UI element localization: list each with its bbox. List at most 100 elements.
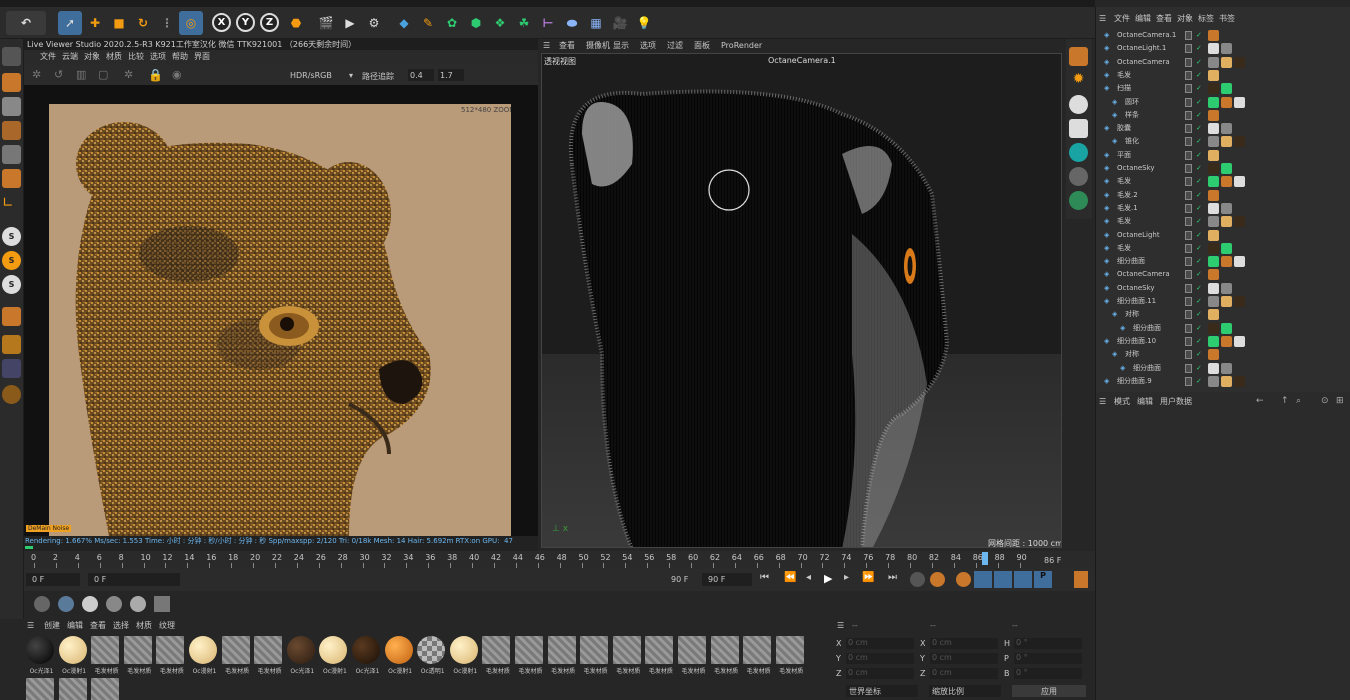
polygons-mode-icon[interactable] [2,169,21,188]
tag-icon[interactable] [1221,242,1232,254]
coordinate-system-icon[interactable]: ⬣ [284,11,308,35]
enable-check-icon[interactable]: ✓ [1196,149,1202,162]
tag-icon[interactable] [1208,96,1219,108]
visibility-toggle[interactable] [1185,124,1192,134]
enable-check-icon[interactable]: ✓ [1196,109,1202,122]
camera-icon[interactable]: 🎥 [608,11,632,35]
object-row[interactable]: ◈ OctaneLight.1 ✓ [1096,42,1350,55]
exposure-field[interactable]: 1.7 [438,69,464,81]
visibility-toggle[interactable] [1185,84,1192,94]
scale-mode-select[interactable]: 缩放比例 [929,685,1001,697]
visibility-toggle[interactable] [1185,336,1192,346]
visibility-toggle[interactable] [1185,243,1192,253]
object-menu-item-1[interactable]: 编辑 [1135,12,1151,25]
visibility-toggle[interactable] [1185,110,1192,120]
points-mode-icon[interactable] [2,121,21,140]
material-swatch[interactable]: 毛发材质 [645,636,676,675]
coord-value-field[interactable]: 0 cm [846,638,914,649]
tag-icon[interactable] [1208,309,1219,321]
tag-icon[interactable] [1208,375,1219,387]
enable-check-icon[interactable]: ✓ [1196,348,1202,361]
visibility-toggle[interactable] [1185,70,1192,80]
tag-icon[interactable] [1221,282,1232,294]
tag-icon[interactable] [1221,202,1232,214]
attribute-menu-item-0[interactable]: 模式 [1114,395,1130,409]
model-mode-icon[interactable] [2,73,21,92]
live-viewer-menu-item-7[interactable]: 界面 [194,50,210,64]
make-editable-icon[interactable] [2,47,21,66]
object-row[interactable]: ◈ 细分曲面 ✓ [1096,255,1350,268]
enable-check-icon[interactable]: ✓ [1196,29,1202,42]
material-swatch[interactable]: 毛发材质 [221,636,253,675]
visibility-toggle[interactable] [1185,164,1192,173]
material-swatch[interactable]: Oc光泽1 [286,636,318,675]
playhead[interactable] [982,552,988,565]
coord-value-field[interactable]: 0 cm [930,668,998,679]
coord-value-field[interactable]: 0 cm [930,638,998,649]
material-swatch[interactable]: Oc漫射1 [384,636,416,675]
tag-icon[interactable] [1208,83,1219,95]
object-row[interactable]: ◈ 毛发.2 ✓ [1096,189,1350,202]
tag-icon[interactable] [1208,229,1219,241]
paint-icon[interactable] [2,307,21,326]
goto-start-icon[interactable]: ⏮ [760,572,769,583]
tag-icon[interactable] [1234,335,1245,347]
attribute-menu-icon[interactable]: ☰ [1099,395,1106,409]
object-row[interactable]: ◈ 细分曲面.11 ✓ [1096,295,1350,308]
keyframe-selection-icon[interactable] [956,572,971,587]
viewport-menu-item-0[interactable]: 查看 [559,39,575,52]
object-row[interactable]: ◈ 圆环 ✓ [1096,96,1350,109]
pause-render-icon[interactable]: ▥ [76,68,86,81]
tag-icon[interactable] [1208,282,1219,294]
object-row[interactable]: ◈ 毛发 ✓ [1096,242,1350,255]
gamma-field[interactable]: 0.4 [408,69,434,81]
recent-tools-icon[interactable]: ⋮ [155,11,179,35]
tag-icon[interactable] [1221,216,1232,228]
render-picture-icon[interactable]: ▶ [338,11,362,35]
object-row[interactable]: ◈ OctaneSky ✓ [1096,282,1350,295]
material-swatch[interactable]: 毛发材质 [482,636,513,675]
object-menu-item-0[interactable]: 文件 [1114,12,1130,25]
checker-preview-icon[interactable] [82,596,98,612]
end-frame-field[interactable]: 90 F [702,573,752,586]
snap-settings-icon[interactable]: S [2,251,21,270]
material-menu-item-5[interactable]: 纹理 [159,619,175,632]
material-swatch[interactable]: 毛发材质 [775,636,807,675]
tag-icon[interactable] [1208,176,1219,188]
visibility-toggle[interactable] [1185,177,1192,187]
timeline-ruler[interactable]: 0 2 4 6 8 10 12 14 16 18 20 22 24 26 28 30 32 34 36 38 40 42 4… [24,551,1095,569]
viewport-menu-item-5[interactable]: 面板 [694,39,710,52]
move-select-icon[interactable]: ➚ [58,11,82,35]
tag-icon[interactable] [1234,136,1245,148]
next-frame-icon[interactable]: ▸ [844,572,849,583]
object-row[interactable]: ◈ 平面 ✓ [1096,149,1350,162]
visibility-toggle[interactable] [1185,270,1192,280]
tag-icon[interactable] [1221,176,1232,188]
object-row[interactable]: ◈ 毛发.1 ✓ [1096,202,1350,215]
octane-sky-icon[interactable] [1069,167,1088,186]
min-frame-field[interactable]: 0 F [88,573,180,586]
coord-value-field[interactable]: 0 cm [930,653,998,664]
object-row[interactable]: ◈ OctaneSky ✓ [1096,162,1350,175]
attribute-menu-item-2[interactable]: 用户数据 [1160,395,1192,409]
visibility-toggle[interactable] [1185,297,1192,306]
coord-menu-icon[interactable]: ☰ [837,621,844,630]
live-viewer-menu-item-2[interactable]: 对象 [84,50,100,64]
octane-camera-icon[interactable] [1069,47,1088,66]
object-row[interactable]: ◈ OctaneCamera ✓ [1096,268,1350,281]
object-menu-item-3[interactable]: 对象 [1177,12,1193,25]
workplane-icon[interactable] [2,335,21,354]
material-menu-item-4[interactable]: 材质 [136,619,152,632]
visibility-toggle[interactable] [1185,57,1192,67]
object-row[interactable]: ◈ 毛发 ✓ [1096,175,1350,188]
timeline-window-icon[interactable] [1074,571,1088,588]
tag-icon[interactable] [1208,269,1219,281]
pick-material-icon[interactable]: ✲ [124,68,133,81]
tag-icon[interactable] [1234,256,1245,268]
render-view-icon[interactable]: 🎬 [314,11,338,35]
live-viewer-menu-item-3[interactable]: 材质 [106,50,122,64]
grey-preview-icon[interactable] [106,596,122,612]
perspective-viewport[interactable]: 透视视图 OctaneCamera.1 网格间距 : 1000 cm ⊥ x [541,53,1062,548]
visibility-toggle[interactable] [1185,190,1192,200]
focus-pick-icon[interactable]: ◉ [172,68,182,81]
